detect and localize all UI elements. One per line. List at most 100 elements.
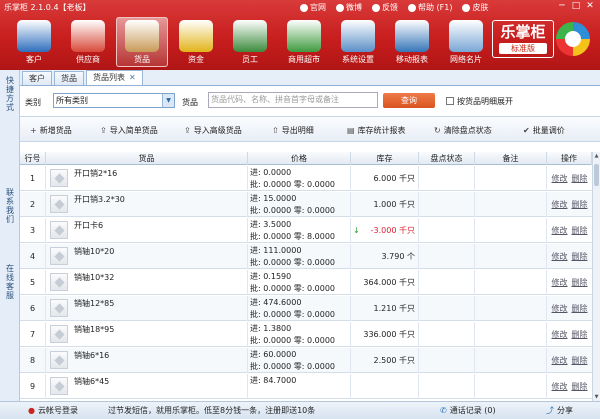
wholesale-retail-price: 批: 0.0000 零: 0.0000 (250, 258, 336, 267)
maximize-button[interactable]: □ (569, 1, 583, 12)
goods-name: 销轴6*16 (74, 351, 110, 360)
import-advanced-button[interactable]: ⇪ 导入高级货品 (184, 125, 242, 136)
table-row[interactable]: 9 销轴6*45 进: 84.7000 修改 删除 (20, 374, 592, 399)
edit-link[interactable]: 修改 (552, 330, 568, 339)
edit-link[interactable]: 修改 (552, 174, 568, 183)
goods-cell[interactable]: 开口销2*16 (46, 166, 248, 191)
goods-cell[interactable]: 开口销3.2*30 (46, 192, 248, 217)
expand-checkbox[interactable] (446, 97, 454, 105)
sms-ad-message[interactable]: 过节发短信，就用乐掌柜。低至8分钱一条，注册即送10条 (108, 402, 315, 419)
rail-contact-us[interactable]: 联系我们 (4, 188, 16, 224)
edit-link[interactable]: 修改 (552, 382, 568, 391)
delete-link[interactable]: 删除 (572, 226, 588, 235)
column-header[interactable]: 价格 (248, 152, 351, 165)
goods-cell[interactable]: 销轴6*16 (46, 348, 248, 373)
goods-cell[interactable]: 销轴10*32 (46, 270, 248, 295)
tab-3[interactable]: 货品列表 ✕ (86, 70, 143, 85)
edit-link[interactable]: 修改 (552, 356, 568, 365)
nav-item-supplier[interactable]: 供应商 (62, 17, 114, 67)
operation-cell: 修改 删除 (547, 296, 592, 321)
sysmenu-item[interactable]: 微博 (336, 2, 362, 13)
scroll-up-icon[interactable]: ▲ (593, 152, 600, 160)
vertical-scrollbar[interactable]: ▲ ▼ (592, 152, 600, 401)
nav-item-customer[interactable]: 客户 (8, 17, 60, 67)
table-row[interactable]: 7 销轴18*95 进: 1.3800 批: 0.0000 零: 0.0000 336.… (20, 322, 592, 347)
table-row[interactable]: 5 销轴10*32 进: 0.1590 批: 0.0000 零: 0.0000 364.… (20, 270, 592, 295)
nav-item-settings[interactable]: 系统设置 (332, 17, 384, 67)
column-header[interactable]: 操作 (547, 152, 592, 165)
delete-link[interactable]: 删除 (572, 304, 588, 313)
sysmenu-item[interactable]: 皮肤 (462, 2, 488, 13)
user-icon: ● (28, 406, 35, 415)
clear-button[interactable]: ↻ 清除盘点状态 (434, 125, 492, 136)
edit-link[interactable]: 修改 (552, 278, 568, 287)
tab-1[interactable]: 客户 (22, 71, 52, 85)
delete-link[interactable]: 删除 (572, 278, 588, 287)
goods-cell[interactable]: 销轴10*20 (46, 244, 248, 269)
report-button[interactable]: ▤ 库存统计报表 (347, 125, 406, 136)
note-cell (475, 192, 547, 217)
rail-online-service[interactable]: 在线客服 (4, 264, 16, 300)
goods-icon (125, 20, 159, 52)
check-status-cell (419, 270, 475, 295)
operation-cell: 修改 删除 (547, 374, 592, 399)
sysmenu-item[interactable]: 官网 (300, 2, 326, 13)
delete-link[interactable]: 删除 (572, 174, 588, 183)
export-button[interactable]: ⇧ 导出明细 (272, 125, 314, 136)
close-tab-icon[interactable]: ✕ (129, 73, 136, 82)
sysmenu-item[interactable]: 帮助 (F1) (408, 2, 452, 13)
feedback-icon (372, 3, 380, 12)
nav-item-business-card[interactable]: 网络名片 (440, 17, 492, 67)
tab-2[interactable]: 货品 (54, 71, 84, 85)
nav-item-mobile-report[interactable]: 移动报表 (386, 17, 438, 67)
adjust-button[interactable]: ✔ 批量调价 (523, 125, 565, 136)
category-select[interactable]: 所有类别 ▼ (53, 93, 175, 108)
rail-shortcuts[interactable]: 快捷方式 (4, 76, 16, 112)
goods-cell[interactable]: 销轴12*85 (46, 296, 248, 321)
note-cell (475, 296, 547, 321)
delete-link[interactable]: 删除 (572, 382, 588, 391)
nav-label: 供应商 (76, 55, 100, 64)
import-button[interactable]: ⇪ 导入简单货品 (100, 125, 158, 136)
minimize-button[interactable]: ─ (555, 1, 569, 12)
table-row[interactable]: 2 开口销3.2*30 进: 15.0000 批: 0.0000 零: 0.0000 1… (20, 192, 592, 217)
scroll-down-icon[interactable]: ▼ (593, 393, 600, 401)
scroll-thumb[interactable] (594, 164, 599, 186)
plus-button[interactable]: + 新增货品 (30, 125, 72, 136)
table-row[interactable]: 8 销轴6*16 进: 60.0000 批: 0.0000 零: 0.0000 2.50… (20, 348, 592, 373)
chevron-down-icon[interactable]: ▼ (162, 94, 174, 107)
nav-item-goods[interactable]: 货品 (116, 17, 168, 67)
table-row[interactable]: 3 开口卡6 进: 3.5000 批: 0.0000 零: 8.0000 -3.000 … (20, 218, 592, 243)
sysmenu-item[interactable]: 反馈 (372, 2, 398, 13)
delete-link[interactable]: 删除 (572, 330, 588, 339)
delete-link[interactable]: 删除 (572, 200, 588, 209)
nav-item-supermarket[interactable]: 商用超市 (278, 17, 330, 67)
nav-item-money[interactable]: 资金 (170, 17, 222, 67)
column-header[interactable]: 盘点状态 (419, 152, 475, 165)
edit-link[interactable]: 修改 (552, 252, 568, 261)
edit-link[interactable]: 修改 (552, 304, 568, 313)
column-header[interactable]: 备注 (475, 152, 547, 165)
supplier-icon (71, 20, 105, 52)
goods-cell[interactable]: 开口卡6 (46, 218, 248, 243)
table-row[interactable]: 4 销轴10*20 进: 111.0000 批: 0.0000 零: 0.0000 3.… (20, 244, 592, 269)
goods-cell[interactable]: 销轴18*95 (46, 322, 248, 347)
query-button[interactable]: 查询 (383, 93, 435, 108)
cloud-login-link[interactable]: ● 云帐号登录 (28, 402, 78, 419)
column-header[interactable]: 行号 (20, 152, 46, 165)
goods-search-input[interactable]: 货品代码、名称、拼音首字母或备注 (208, 92, 378, 108)
column-header[interactable]: 库存 (351, 152, 419, 165)
edit-link[interactable]: 修改 (552, 226, 568, 235)
nav-item-staff[interactable]: 员工 (224, 17, 276, 67)
edit-link[interactable]: 修改 (552, 200, 568, 209)
share-link[interactable]: ⤴ 分享 (546, 402, 573, 419)
price-cell: 进: 0.0000 批: 0.0000 零: 0.0000 (248, 166, 351, 191)
call-records-link[interactable]: ✆ 通话记录 (0) (440, 402, 496, 419)
column-header[interactable]: 货品 (46, 152, 248, 165)
delete-link[interactable]: 删除 (572, 252, 588, 261)
goods-cell[interactable]: 销轴6*45 (46, 374, 248, 399)
table-row[interactable]: 1 开口销2*16 进: 0.0000 批: 0.0000 零: 0.0000 6.00… (20, 166, 592, 191)
table-row[interactable]: 6 销轴12*85 进: 474.6000 批: 0.0000 零: 0.0000 1.… (20, 296, 592, 321)
close-button[interactable]: ✕ (583, 1, 597, 12)
delete-link[interactable]: 删除 (572, 356, 588, 365)
